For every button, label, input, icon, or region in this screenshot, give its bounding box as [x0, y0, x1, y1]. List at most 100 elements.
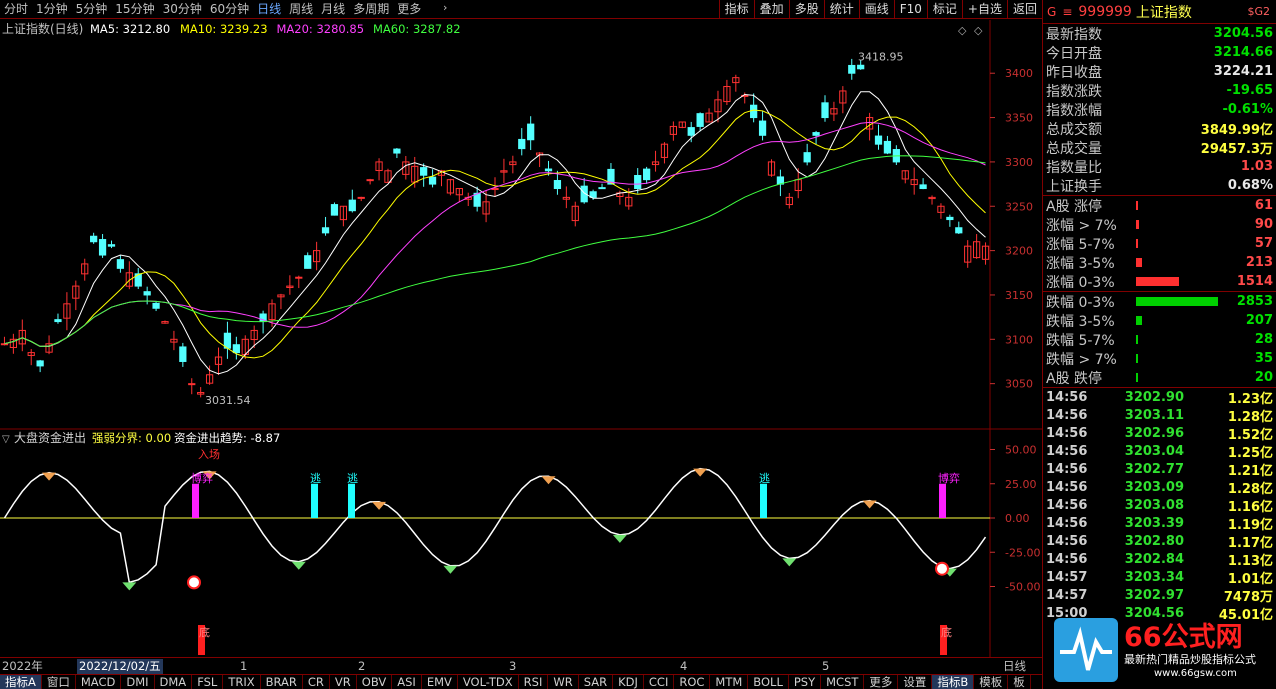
tick-row: 14:56 3202.96 1.52亿 [1043, 424, 1276, 443]
tick-vol: 1.19亿 [1227, 517, 1273, 533]
candle-body [36, 360, 44, 367]
buy-diamond-icon [122, 582, 137, 591]
expand-icon[interactable]: ◇ [974, 24, 983, 37]
toolbar-button-8[interactable]: 返回 [1006, 0, 1042, 19]
tick-list[interactable]: 14:56 3202.90 1.23亿 14:56 3203.11 1.28亿 14:56 3… [1043, 388, 1276, 623]
period-2[interactable]: 5分钟 [72, 0, 112, 19]
ma-label: MA10: 3239.23 [180, 22, 268, 36]
signal-label: 博弈 [938, 471, 960, 485]
indicator-tab-2[interactable]: MACD [76, 675, 122, 689]
tick-vol: 1.52亿 [1227, 427, 1273, 443]
diamond-icon[interactable]: ◇ [958, 24, 967, 37]
indicator-tab-12[interactable]: EMV [422, 675, 458, 689]
indicator-tab-5[interactable]: FSL [192, 675, 224, 689]
toolbar-button-3[interactable]: 统计 [823, 0, 859, 19]
indicator-tab-23[interactable]: MCST [821, 675, 865, 689]
candle-body [428, 176, 437, 185]
signal-label: 逃 [310, 472, 321, 485]
indicator-tab-19[interactable]: ROC [674, 675, 711, 689]
indicator-tab-14[interactable]: RSI [519, 675, 549, 689]
candle-body [687, 127, 695, 136]
sell-diamond-icon [372, 501, 387, 510]
chart-area[interactable]: 博弈 博弈 逃 逃 逃 入场底 底 3400 3350 3300 3250 3200 3150 3100… [0, 20, 1042, 657]
period-3[interactable]: 15分钟 [111, 0, 158, 19]
breadth-label: 涨幅 3-5% [1046, 255, 1115, 272]
chevron-right-icon[interactable]: › [443, 1, 447, 14]
indicator-tab-24[interactable]: 更多 [864, 675, 899, 689]
candle-body [527, 123, 535, 141]
toolbar-button-1[interactable]: 叠加 [753, 0, 789, 19]
indicator-tab-11[interactable]: ASI [392, 675, 422, 689]
indicator-tab-22[interactable]: PSY [789, 675, 822, 689]
indicator-tab-13[interactable]: VOL-TDX [458, 675, 519, 689]
toolbar-button-5[interactable]: F10 [893, 0, 927, 19]
period-1[interactable]: 1分钟 [32, 0, 72, 19]
indicator-name: 大盘资金进出 [14, 430, 86, 445]
indicator-tab-4[interactable]: DMA [155, 675, 193, 689]
cursor-date: 2022/12/02/五 [77, 659, 163, 674]
toolbar-button-4[interactable]: 画线 [858, 0, 894, 19]
indicator-tab-1[interactable]: 窗口 [42, 675, 76, 689]
breadth-row: A股 跌停 20 [1043, 368, 1276, 387]
indicator-tab-10[interactable]: OBV [357, 675, 393, 689]
indicator-tab-9[interactable]: VR [330, 675, 357, 689]
signal-bar [192, 483, 199, 518]
indicator-tab-21[interactable]: BOLL [748, 675, 789, 689]
indicator-tab-3[interactable]: DMI [121, 675, 155, 689]
tick-p: 3203.11 [1124, 407, 1184, 423]
tick-t: 14:56 [1046, 389, 1088, 405]
indicator-tab-8[interactable]: CR [303, 675, 330, 689]
tick-row: 14:56 3203.11 1.28亿 [1043, 406, 1276, 425]
candle-body [179, 346, 187, 362]
tick-t: 14:56 [1046, 533, 1088, 549]
indicator-tab-28[interactable]: 板 [1008, 675, 1031, 689]
signal-label: 底 [941, 625, 952, 639]
indicator-tab-25[interactable]: 设置 [898, 675, 933, 689]
quote-label: 上证换手 [1046, 178, 1102, 195]
period-5[interactable]: 60分钟 [206, 0, 253, 19]
indicator-tab-27[interactable]: 模板 [974, 675, 1009, 689]
tick-p: 3203.08 [1124, 497, 1184, 513]
indicator-tab-16[interactable]: SAR [579, 675, 614, 689]
tick-t: 14:56 [1046, 407, 1088, 423]
indicator-tab-26[interactable]: 指标B [932, 675, 975, 689]
breadth-value: 2853 [1236, 294, 1273, 309]
price-tick: 3250 [1005, 200, 1033, 213]
toolbar-button-2[interactable]: 多股 [788, 0, 824, 19]
period-9[interactable]: 多周期 [349, 0, 393, 19]
indicator-tab-6[interactable]: TRIX [223, 675, 261, 689]
candle-body [544, 168, 553, 172]
breadth-row: 涨幅 5-7% 57 [1043, 234, 1276, 253]
indicator-tab-0[interactable]: 指标A [0, 675, 42, 689]
indicator-tab-7[interactable]: BRAR [261, 675, 303, 689]
indicator-tab-15[interactable]: WR [548, 675, 579, 689]
period-4[interactable]: 30分钟 [159, 0, 206, 19]
period-6[interactable]: 日线 [253, 0, 285, 19]
tick-row: 14:56 3202.80 1.17亿 [1043, 532, 1276, 551]
ma-line [4, 91, 986, 375]
sell-diamond-icon [862, 500, 877, 509]
tick-row: 14:56 3203.09 1.28亿 [1043, 478, 1276, 497]
group-icon[interactable]: G [1047, 5, 1056, 19]
period-10[interactable]: 更多 [393, 0, 425, 19]
tick-vol: 1.28亿 [1227, 409, 1273, 425]
indicator-tab-17[interactable]: KDJ [613, 675, 644, 689]
collapse-icon[interactable]: ▽ [2, 434, 10, 445]
indicator-panel: 博弈 博弈 逃 逃 逃 入场底 底 [0, 447, 990, 655]
toolbar-button-0[interactable]: 指标 [718, 0, 754, 19]
menu-icon[interactable]: ≡ [1062, 5, 1072, 19]
group-badge[interactable]: $G2 [1247, 5, 1270, 18]
toolbar-button-7[interactable]: +自选 [961, 0, 1007, 19]
period-7[interactable]: 周线 [285, 0, 317, 19]
indicator-tab-20[interactable]: MTM [710, 675, 749, 689]
candle-body [473, 192, 481, 207]
period-8[interactable]: 月线 [317, 0, 349, 19]
tick-row: 14:56 3203.39 1.19亿 [1043, 514, 1276, 533]
indicator-tab-18[interactable]: CCI [644, 675, 675, 689]
quote-value: -19.65 [1226, 83, 1273, 98]
signal-label: 博弈 [191, 471, 213, 485]
period-0[interactable]: 分时 [0, 0, 32, 19]
sell-diamond-icon [541, 476, 556, 485]
period-label: 日线 [1003, 659, 1026, 673]
toolbar-button-6[interactable]: 标记 [926, 0, 962, 19]
